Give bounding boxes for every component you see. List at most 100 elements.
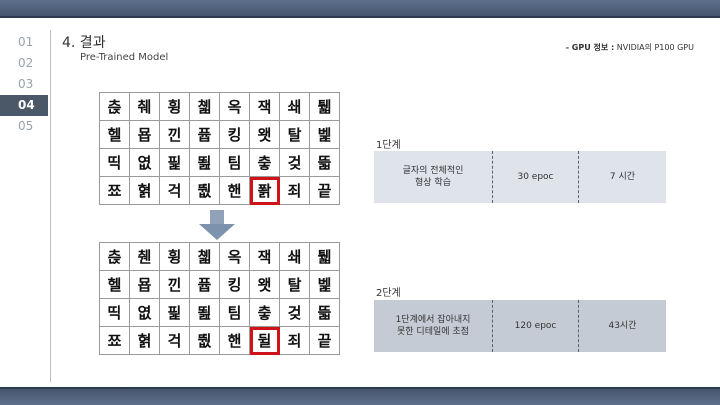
glyph-grid-before: 츥췌휭쳷옥잭쇄퉯헬묩낀퓹킹왯탈벭띡엾핉뙲팀춯겆뜳쬬혉걱뛊핸퐑죄끝 bbox=[99, 92, 340, 205]
glyph-cell: 뜳 bbox=[309, 148, 340, 177]
nav-item-01[interactable]: 01 bbox=[0, 32, 48, 53]
highlighted-glyph-cell: 퐑 bbox=[249, 176, 280, 205]
glyph-cell: 휭 bbox=[159, 92, 190, 121]
glyph-cell: 잭 bbox=[249, 242, 280, 271]
nav-item-05[interactable]: 05 bbox=[0, 116, 48, 137]
glyph-grid-after: 츥췐휭쳷옥잭쇄퉯헬묩낀퓹킹왯탈벭띡엾핉뙲팀춯겆뜳쬬혉걱뛊핸뒬죄끝 bbox=[99, 242, 340, 355]
glyph-cell: 왯 bbox=[249, 120, 280, 149]
slide-title: 4. 결과 bbox=[62, 35, 106, 51]
stage-1-epochs: 30 epoc bbox=[492, 151, 578, 203]
highlighted-glyph-cell: 뒬 bbox=[249, 326, 280, 355]
glyph-cell: 휭 bbox=[159, 242, 190, 271]
glyph-cell: 퉯 bbox=[309, 92, 340, 121]
glyph-cell: 혉 bbox=[129, 176, 160, 205]
nav-divider bbox=[50, 30, 51, 382]
glyph-cell: 띡 bbox=[99, 148, 130, 177]
glyph-row: 띡엾핉뙲팀춯겆뜳 bbox=[99, 148, 340, 177]
nav-item-04-active[interactable]: 04 bbox=[0, 95, 48, 116]
gpu-info-value: NVIDIA의 P100 GPU bbox=[614, 43, 694, 52]
glyph-cell: 낀 bbox=[159, 120, 190, 149]
section-nav: 01 02 03 04 05 bbox=[0, 32, 48, 137]
stage-1-info-box: 글자의 전체적인 형상 학습 30 epoc 7 시간 bbox=[374, 151, 666, 203]
glyph-cell: 겆 bbox=[279, 298, 310, 327]
stage-2-description-line2: 못한 디테일에 초점 bbox=[397, 327, 469, 337]
glyph-cell: 킹 bbox=[219, 120, 250, 149]
glyph-cell: 엾 bbox=[129, 298, 160, 327]
glyph-cell: 핸 bbox=[219, 326, 250, 355]
glyph-cell: 핉 bbox=[159, 148, 190, 177]
down-arrow-icon bbox=[199, 210, 235, 240]
stage-2-description: 1단계에서 잡아내지 못한 디테일에 초점 bbox=[374, 300, 492, 352]
glyph-cell: 쳷 bbox=[189, 242, 220, 271]
glyph-cell: 쬬 bbox=[99, 176, 130, 205]
glyph-cell: 뛊 bbox=[189, 176, 220, 205]
glyph-cell: 묩 bbox=[129, 270, 160, 299]
glyph-cell: 엾 bbox=[129, 148, 160, 177]
glyph-cell: 킹 bbox=[219, 270, 250, 299]
glyph-cell: 옥 bbox=[219, 242, 250, 271]
glyph-cell: 헬 bbox=[99, 120, 130, 149]
glyph-cell: 뙲 bbox=[189, 298, 220, 327]
glyph-cell: 뙲 bbox=[189, 148, 220, 177]
glyph-cell: 옥 bbox=[219, 92, 250, 121]
glyph-cell: 헬 bbox=[99, 270, 130, 299]
glyph-cell: 췐 bbox=[129, 242, 160, 271]
glyph-cell: 벭 bbox=[309, 270, 340, 299]
glyph-cell: 혉 bbox=[129, 326, 160, 355]
glyph-cell: 쇄 bbox=[279, 242, 310, 271]
glyph-cell: 쳷 bbox=[189, 92, 220, 121]
glyph-cell: 탈 bbox=[279, 120, 310, 149]
glyph-cell: 묩 bbox=[129, 120, 160, 149]
glyph-cell: 퓹 bbox=[189, 270, 220, 299]
stage-1-description-line1: 글자의 전체적인 bbox=[402, 165, 464, 176]
stage-2-info-box: 1단계에서 잡아내지 못한 디테일에 초점 120 epoc 43시간 bbox=[374, 300, 666, 352]
glyph-cell: 츥 bbox=[99, 92, 130, 121]
glyph-cell: 걱 bbox=[159, 326, 190, 355]
slide-subtitle: Pre-Trained Model bbox=[80, 52, 169, 63]
bottom-footer-bar bbox=[0, 387, 720, 405]
glyph-cell: 쇄 bbox=[279, 92, 310, 121]
stage-1-description: 글자의 전체적인 형상 학습 bbox=[374, 151, 492, 203]
glyph-cell: 팀 bbox=[219, 298, 250, 327]
glyph-cell: 벭 bbox=[309, 120, 340, 149]
glyph-cell: 낀 bbox=[159, 270, 190, 299]
glyph-cell: 겆 bbox=[279, 148, 310, 177]
stage-1-label: 1단계 bbox=[376, 140, 401, 151]
glyph-row: 츥췐휭쳷옥잭쇄퉯 bbox=[99, 242, 340, 271]
nav-item-03[interactable]: 03 bbox=[0, 74, 48, 95]
glyph-cell: 죄 bbox=[279, 326, 310, 355]
glyph-row: 쬬혉걱뛊핸퐑죄끝 bbox=[99, 176, 340, 205]
glyph-cell: 춯 bbox=[249, 298, 280, 327]
glyph-cell: 츥 bbox=[99, 242, 130, 271]
glyph-cell: 퓹 bbox=[189, 120, 220, 149]
glyph-cell: 죄 bbox=[279, 176, 310, 205]
glyph-cell: 잭 bbox=[249, 92, 280, 121]
gpu-info-label: - GPU 정보 : bbox=[565, 43, 615, 52]
glyph-cell: 끝 bbox=[309, 326, 340, 355]
glyph-row: 헬묩낀퓹킹왯탈벭 bbox=[99, 270, 340, 299]
stage-2-label: 2단계 bbox=[376, 288, 401, 299]
glyph-cell: 뛊 bbox=[189, 326, 220, 355]
stage-2-duration: 43시간 bbox=[578, 300, 666, 352]
stage-1-description-line2: 형상 학습 bbox=[415, 178, 451, 188]
glyph-cell: 핸 bbox=[219, 176, 250, 205]
glyph-cell: 핉 bbox=[159, 298, 190, 327]
glyph-row: 헬묩낀퓹킹왯탈벭 bbox=[99, 120, 340, 149]
stage-2-epochs: 120 epoc bbox=[492, 300, 578, 352]
glyph-row: 쬬혉걱뛊핸뒬죄끝 bbox=[99, 326, 340, 355]
glyph-cell: 탈 bbox=[279, 270, 310, 299]
top-header-bar bbox=[0, 0, 720, 18]
glyph-cell: 끝 bbox=[309, 176, 340, 205]
glyph-row: 츥췌휭쳷옥잭쇄퉯 bbox=[99, 92, 340, 121]
glyph-cell: 췌 bbox=[129, 92, 160, 121]
glyph-cell: 뜳 bbox=[309, 298, 340, 327]
nav-item-02[interactable]: 02 bbox=[0, 53, 48, 74]
stage-1-duration: 7 시간 bbox=[578, 151, 666, 203]
glyph-cell: 띡 bbox=[99, 298, 130, 327]
glyph-cell: 걱 bbox=[159, 176, 190, 205]
glyph-cell: 쬬 bbox=[99, 326, 130, 355]
gpu-info: - GPU 정보 : NVIDIA의 P100 GPU bbox=[566, 42, 694, 53]
glyph-row: 띡엾핉뙲팀춯겆뜳 bbox=[99, 298, 340, 327]
glyph-cell: 춯 bbox=[249, 148, 280, 177]
stage-2-description-line1: 1단계에서 잡아내지 bbox=[395, 314, 471, 325]
